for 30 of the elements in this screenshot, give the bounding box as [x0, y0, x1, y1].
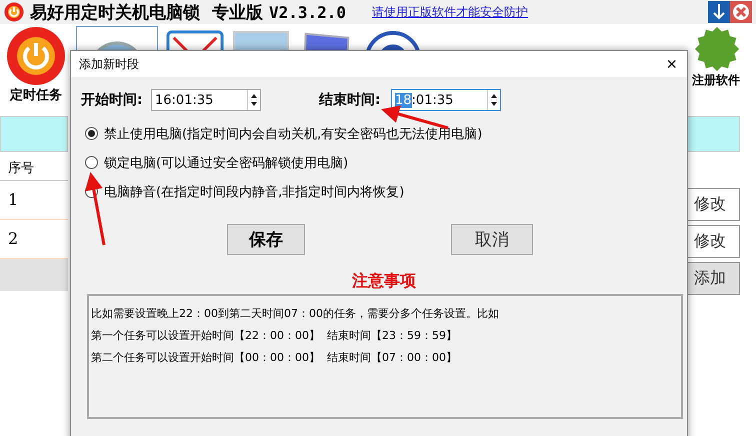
end-time-field[interactable]: 18:01:35 — [391, 89, 501, 111]
close-button[interactable]: × — [664, 54, 679, 74]
table-cell: 1 — [0, 181, 68, 220]
status-panel — [0, 116, 68, 152]
note-line: 第二个任务可以设置开始时间【00：00：00】 结束时间【07：00：00】 — [91, 350, 458, 366]
timer-task-label: 定时任务 — [10, 86, 62, 104]
power-button-icon[interactable] — [6, 26, 66, 86]
spin-arrows-icon[interactable] — [487, 90, 500, 110]
start-time-field[interactable]: 16:01:35 — [151, 89, 261, 111]
version-label: V2.3.2.0 — [269, 2, 346, 22]
mode-radio-option[interactable]: 锁定电脑(可以通过安全密码解锁使用电脑) — [81, 148, 687, 177]
save-button[interactable]: 保存 — [227, 224, 305, 255]
start-time-label: 开始时间: — [81, 91, 144, 109]
table-row — [0, 259, 68, 291]
close-icon[interactable] — [730, 1, 752, 23]
buy-now-badge-icon[interactable] — [694, 26, 740, 72]
power-logo-icon — [4, 2, 24, 22]
genuine-software-link[interactable]: 请使用正版软件才能安全防护 — [372, 4, 528, 20]
mode-radio-option[interactable]: 禁止使用电脑(指定时间内会自动关机,有安全密码也无法使用电脑) — [81, 119, 687, 148]
end-time-label: 结束时间: — [319, 91, 382, 109]
note-line: 第一个任务可以设置开始时间【22：00：00】 结束时间【23：59：59】 — [91, 328, 458, 344]
spin-arrows-icon[interactable] — [247, 90, 260, 110]
register-label: 注册软件 — [692, 72, 740, 89]
app-title: 易好用定时关机电脑锁 — [30, 2, 200, 24]
edition-label: 专业版 — [212, 2, 263, 24]
table-header-cell: 序号 — [0, 158, 68, 181]
notes-title: 注意事项 — [352, 271, 416, 292]
dialog-title: 添加新时段 — [79, 56, 139, 72]
note-line: 比如需要设置晚上22：00到第二天时间07：00的任务，需要分多个任务设置。比如 — [91, 306, 500, 322]
cancel-button[interactable]: 取消 — [451, 224, 533, 255]
